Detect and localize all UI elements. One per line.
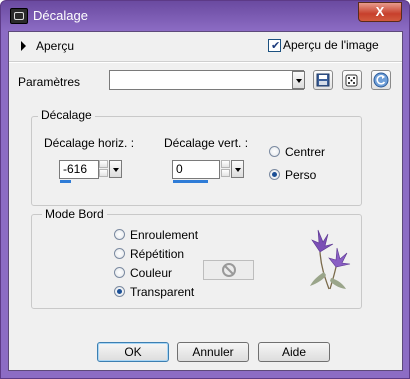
vertical-offset-input[interactable]: 0 [172,160,220,179]
custom-label[interactable]: Perso [285,168,316,182]
divider [9,61,402,63]
vertical-spin-up[interactable] [221,160,230,168]
color-swatch[interactable] [203,260,254,280]
checkmark-icon: ✔ [271,40,281,52]
save-icon [316,73,330,87]
vertical-spin-down[interactable] [221,169,230,177]
ok-button[interactable]: OK [97,342,169,362]
horizontal-spin-up[interactable] [99,160,108,168]
image-preview-checkbox[interactable]: ✔ [268,39,281,52]
vertical-dropdown-button[interactable] [231,160,244,178]
window-title: Décalage [33,8,88,23]
presets-field[interactable] [109,70,304,90]
cancel-button[interactable]: Annuler [177,342,249,362]
preview-label[interactable]: Aperçu [36,39,74,53]
offset-group-label: Décalage [38,108,95,122]
horizontal-offset-value: -616 [63,162,88,176]
reset-button[interactable] [371,70,391,90]
save-preset-button[interactable] [313,70,333,90]
center-label[interactable]: Centrer [285,145,325,159]
random-preset-button[interactable] [342,70,362,90]
dialog-window: Décalage X Aperçu ✔ Aperçu de l'image Pa… [0,0,410,379]
horizontal-offset-label: Décalage horiz. : [44,136,135,150]
help-button[interactable]: Aide [258,342,330,362]
color-radio[interactable] [114,267,125,278]
vertical-offset-label: Décalage vert. : [164,136,249,150]
custom-radio[interactable] [269,169,280,180]
horizontal-dropdown-button[interactable] [109,160,122,178]
repeat-radio[interactable] [114,248,125,259]
wrap-radio[interactable] [114,229,125,240]
edge-mode-group-label: Mode Bord [42,207,107,221]
flower-icon [310,229,351,290]
horizontal-offset-slider[interactable] [60,180,71,183]
dice-icon [345,74,358,87]
presets-label: Paramètres [18,75,81,89]
titlebar[interactable]: Décalage X [1,1,409,31]
center-radio[interactable] [269,146,280,157]
vertical-offset-value: 0 [176,162,183,176]
reset-icon [373,72,389,88]
horizontal-offset-input[interactable]: -616 [59,160,99,179]
transparent-radio[interactable] [114,286,125,297]
horizontal-spin-down[interactable] [99,169,108,177]
expand-arrow-icon[interactable] [21,41,26,51]
vertical-offset-slider[interactable] [173,180,208,183]
color-label[interactable]: Couleur [130,266,172,280]
repeat-label[interactable]: Répétition [130,247,184,261]
presets-dropdown-button[interactable] [292,71,305,89]
dialog-body: Aperçu ✔ Aperçu de l'image Paramètres Dé… [8,31,403,371]
wrap-label[interactable]: Enroulement [130,228,198,242]
image-preview-label[interactable]: Aperçu de l'image [283,38,379,52]
no-symbol-icon [222,263,236,277]
app-icon [10,8,28,24]
transparent-label[interactable]: Transparent [130,285,194,299]
close-button[interactable]: X [358,2,402,22]
